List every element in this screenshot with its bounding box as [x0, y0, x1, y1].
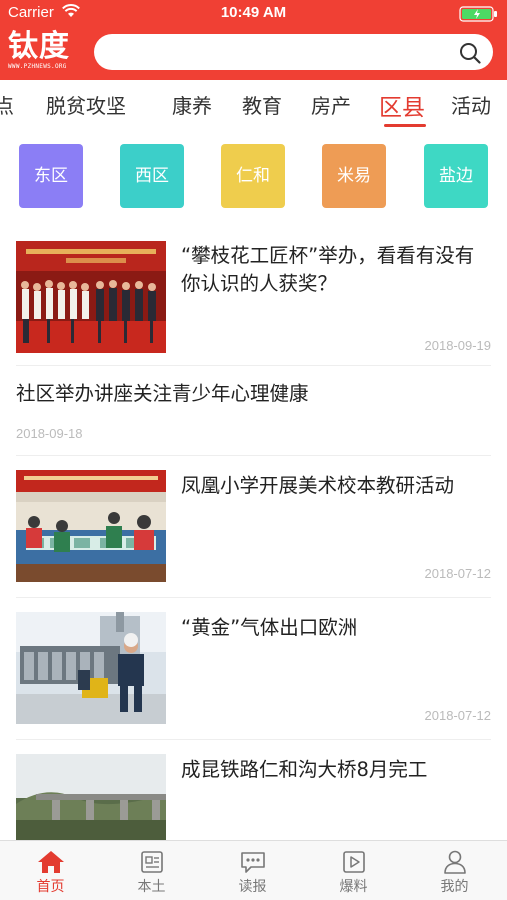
app-logo[interactable]: 钛度 WWW.PZHNEWS.ORG — [8, 30, 90, 74]
clock: 10:49 AM — [220, 4, 287, 21]
active-tab-indicator — [384, 124, 426, 127]
tab-events[interactable]: 活动 — [451, 90, 491, 119]
news-thumbnail — [16, 241, 166, 353]
search-input[interactable] — [94, 34, 493, 70]
news-title: 凤凰小学开展美术校本教研活动 — [181, 474, 455, 497]
tab-education[interactable]: 教育 — [242, 90, 282, 119]
tab-poverty-alleviation[interactable]: 脱贫攻坚 — [46, 90, 126, 119]
tabbar-label: 我的 — [440, 879, 469, 895]
tab-real-estate[interactable]: 房产 — [311, 90, 351, 119]
news-item[interactable]: 凤凰小学开展美术校本教研活动 2018-07-12 — [0, 456, 507, 598]
news-date: 2018-09-18 — [16, 426, 83, 441]
tabbar-label: 首页 — [36, 879, 65, 895]
tabbar-profile[interactable]: 我的 — [404, 841, 505, 900]
logo-mark: 钛度 — [8, 29, 70, 64]
news-title: “黄金”气体出口欧洲 — [181, 616, 358, 639]
news-item[interactable]: 成昆铁路仁和沟大桥8月完工 — [0, 740, 507, 840]
tabbar-label: 爆料 — [339, 879, 368, 895]
news-title: 社区举办讲座关注青少年心理健康 — [16, 382, 309, 405]
channel-tabs: 点 脱贫攻坚 康养 教育 房产 区县 活动 — [0, 80, 507, 128]
district-tile-miyi[interactable]: 米易 — [322, 144, 386, 208]
app-header: Carrier 10:49 AM 钛度 WWW.PZHNEWS.ORG — [0, 0, 507, 80]
battery-icon — [459, 6, 499, 22]
home-icon — [37, 851, 64, 873]
news-title: 成昆铁路仁和沟大桥8月完工 — [181, 758, 428, 781]
news-date: 2018-07-12 — [424, 566, 492, 581]
tabbar-label: 本土 — [137, 879, 166, 895]
status-bar: Carrier 10:49 AM — [0, 0, 507, 26]
bottom-tab-bar: 首页 本土 读报 爆料 我的 — [0, 840, 507, 900]
tab-item[interactable]: 点 — [0, 90, 14, 119]
news-item[interactable]: “黄金”气体出口欧洲 2018-07-12 — [0, 598, 507, 740]
tabbar-home[interactable]: 首页 — [0, 841, 101, 900]
video-play-icon — [342, 851, 365, 873]
user-icon — [443, 850, 466, 874]
tabbar-read[interactable]: 读报 — [202, 841, 303, 900]
news-item[interactable]: 社区举办讲座关注青少年心理健康 2018-09-18 — [0, 366, 507, 456]
district-grid: 东区 西区 仁和 米易 盐边 — [0, 140, 507, 215]
news-thumbnail — [16, 754, 166, 840]
news-title: “攀枝花工匠杯”举办，看看有没有你认识的人获奖？ — [181, 244, 475, 295]
district-tile-dongqu[interactable]: 东区 — [19, 144, 83, 208]
district-tile-xiqu[interactable]: 西区 — [120, 144, 184, 208]
logo-url: WWW.PZHNEWS.ORG — [8, 63, 67, 70]
news-item[interactable]: “攀枝花工匠杯”举办，看看有没有你认识的人获奖？ 2018-09-19 — [0, 224, 507, 366]
district-tile-yanbian[interactable]: 盐边 — [424, 144, 488, 208]
news-thumbnail — [16, 470, 166, 582]
tabbar-label: 读报 — [238, 879, 267, 895]
district-tile-renhe[interactable]: 仁和 — [221, 144, 285, 208]
news-date: 2018-09-19 — [424, 338, 492, 353]
local-news-icon — [140, 851, 163, 873]
tab-health-care[interactable]: 康养 — [172, 90, 212, 119]
tabbar-local[interactable]: 本土 — [101, 841, 202, 900]
tabbar-tips[interactable]: 爆料 — [303, 841, 404, 900]
news-thumbnail — [16, 612, 166, 724]
tab-districts[interactable]: 区县 — [379, 88, 425, 122]
search-icon[interactable] — [459, 42, 481, 64]
chat-bubble-icon — [240, 852, 265, 873]
news-date: 2018-07-12 — [424, 708, 492, 723]
